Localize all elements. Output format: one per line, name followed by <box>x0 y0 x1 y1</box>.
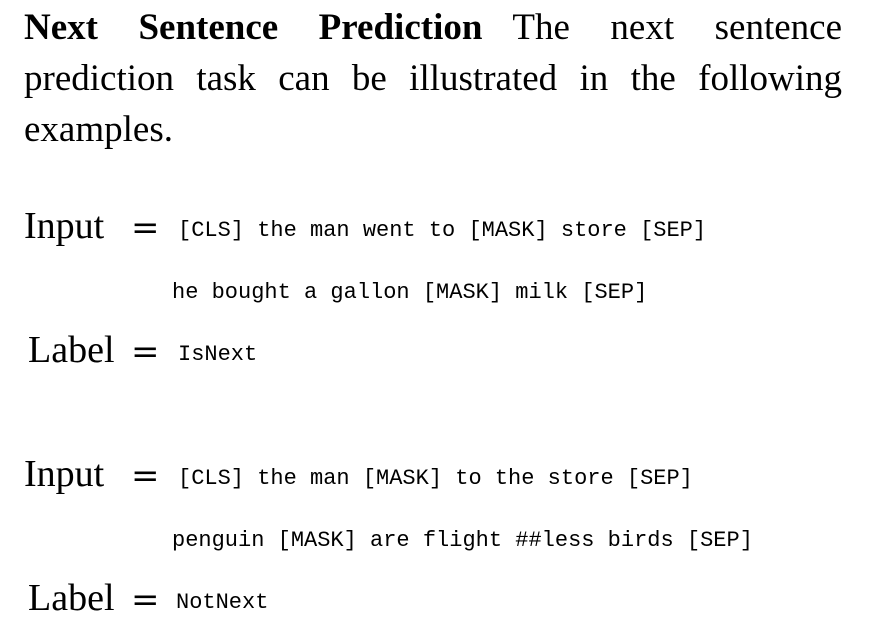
equals-sign: = <box>131 332 160 372</box>
intro-paragraph: Next Sentence Prediction The next sentenc… <box>24 2 842 155</box>
label-label: Label <box>28 577 115 619</box>
input-sentence-a: [CLS] the man went to [MASK] store [SEP] <box>178 218 707 243</box>
input-label: Input <box>24 205 105 247</box>
equals-sign: = <box>131 208 160 248</box>
label-value: NotNext <box>176 590 269 615</box>
input-label: Input <box>24 453 105 495</box>
section-heading: Next Sentence Prediction <box>24 7 483 48</box>
input-sentence-b: he bought a gallon [MASK] milk [SEP] <box>172 280 648 305</box>
label-label: Label <box>28 329 115 371</box>
input-sentence-b: penguin [MASK] are flight ##less birds [… <box>172 528 753 553</box>
equals-sign: = <box>131 580 160 620</box>
input-sentence-a: [CLS] the man [MASK] to the store [SEP] <box>178 466 693 491</box>
equals-sign: = <box>131 456 160 496</box>
label-value: IsNext <box>178 342 258 367</box>
